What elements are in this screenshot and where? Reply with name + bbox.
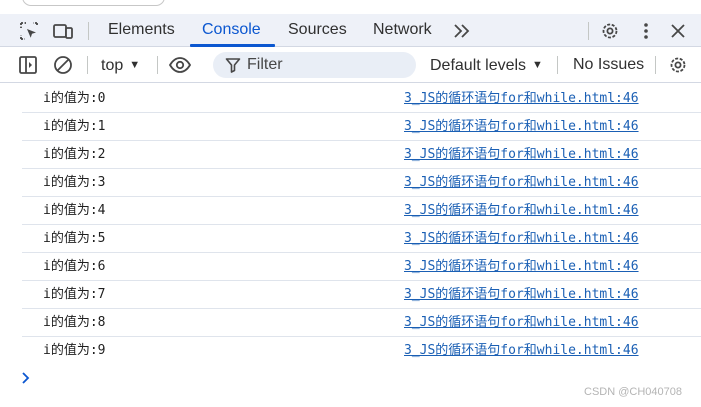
source-link[interactable]: 3_JS的循环语句for和while.html:46 bbox=[404, 141, 639, 169]
close-icon[interactable] bbox=[667, 20, 689, 42]
source-link[interactable]: 3_JS的循环语句for和while.html:46 bbox=[404, 197, 639, 225]
console-message: i的值为:4 3_JS的循环语句for和while.html:46 bbox=[22, 197, 701, 225]
top-pill-fragment bbox=[22, 0, 165, 6]
source-link[interactable]: 3_JS的循环语句for和while.html:46 bbox=[404, 169, 639, 197]
log-levels-value: Default levels bbox=[430, 57, 527, 74]
toolbar-divider bbox=[157, 56, 158, 74]
caret-down-icon: ▼ bbox=[129, 59, 141, 71]
console-message: i的值为:8 3_JS的循环语句for和while.html:46 bbox=[22, 309, 701, 337]
message-text: i的值为:8 bbox=[43, 315, 106, 330]
more-tabs-icon[interactable] bbox=[451, 20, 473, 42]
tab-elements[interactable]: Elements bbox=[108, 14, 175, 47]
inspect-element-icon[interactable] bbox=[18, 20, 40, 42]
filter-box bbox=[213, 52, 416, 78]
source-link[interactable]: 3_JS的循环语句for和while.html:46 bbox=[404, 225, 639, 253]
message-text: i的值为:5 bbox=[43, 231, 106, 246]
filter-input[interactable] bbox=[247, 52, 407, 78]
filter-funnel-icon bbox=[225, 58, 241, 73]
watermark: CSDN @CH040708 bbox=[584, 386, 682, 398]
console-message: i的值为:5 3_JS的循环语句for和while.html:46 bbox=[22, 225, 701, 253]
console-toolbar: top ▼ Default levels ▼ No Issues bbox=[0, 47, 701, 83]
message-text: i的值为:3 bbox=[43, 175, 106, 190]
issues-counter[interactable]: No Issues bbox=[573, 47, 644, 83]
message-text: i的值为:4 bbox=[43, 203, 106, 218]
toolbar-divider bbox=[557, 56, 558, 74]
prompt-chevron-icon bbox=[22, 372, 30, 384]
source-link[interactable]: 3_JS的循环语句for和while.html:46 bbox=[404, 309, 639, 337]
tabbar-divider bbox=[88, 22, 89, 40]
settings-gear-icon[interactable] bbox=[599, 20, 621, 42]
console-message: i的值为:9 3_JS的循环语句for和while.html:46 bbox=[22, 337, 701, 365]
console-message: i的值为:6 3_JS的循环语句for和while.html:46 bbox=[22, 253, 701, 281]
source-link[interactable]: 3_JS的循环语句for和while.html:46 bbox=[404, 253, 639, 281]
message-text: i的值为:9 bbox=[43, 343, 106, 358]
message-text: i的值为:2 bbox=[43, 147, 106, 162]
tab-sources[interactable]: Sources bbox=[288, 14, 347, 47]
message-text: i的值为:6 bbox=[43, 259, 106, 274]
source-link[interactable]: 3_JS的循环语句for和while.html:46 bbox=[404, 85, 639, 113]
sidebar-toggle-icon[interactable] bbox=[17, 54, 39, 76]
toolbar-divider bbox=[87, 56, 88, 74]
kebab-menu-icon[interactable] bbox=[635, 20, 657, 42]
console-message: i的值为:1 3_JS的循环语句for和while.html:46 bbox=[22, 113, 701, 141]
eye-icon[interactable] bbox=[168, 54, 192, 76]
source-link[interactable]: 3_JS的循环语句for和while.html:46 bbox=[404, 113, 639, 141]
context-selector-value: top bbox=[101, 57, 124, 74]
message-text: i的值为:0 bbox=[43, 91, 106, 106]
clear-console-icon[interactable] bbox=[52, 54, 74, 76]
log-levels-dropdown[interactable]: Default levels ▼ bbox=[430, 47, 543, 83]
console-message: i的值为:0 3_JS的循环语句for和while.html:46 bbox=[22, 85, 701, 113]
devtools-tabbar: Elements Console Sources Network bbox=[0, 14, 701, 47]
console-message: i的值为:2 3_JS的循环语句for和while.html:46 bbox=[22, 141, 701, 169]
console-message: i的值为:7 3_JS的循环语句for和while.html:46 bbox=[22, 281, 701, 309]
context-selector[interactable]: top ▼ bbox=[101, 47, 140, 83]
tabbar-divider-right bbox=[588, 22, 589, 40]
console-output: i的值为:0 3_JS的循环语句for和while.html:46 i的值为:1… bbox=[0, 85, 701, 365]
message-text: i的值为:7 bbox=[43, 287, 106, 302]
message-text: i的值为:1 bbox=[43, 119, 106, 134]
caret-down-icon: ▼ bbox=[532, 59, 543, 71]
tab-network[interactable]: Network bbox=[373, 14, 432, 47]
source-link[interactable]: 3_JS的循环语句for和while.html:46 bbox=[404, 281, 639, 309]
device-toolbar-icon[interactable] bbox=[52, 20, 74, 42]
source-link[interactable]: 3_JS的循环语句for和while.html:46 bbox=[404, 337, 639, 365]
console-settings-icon[interactable] bbox=[667, 54, 689, 76]
tab-console[interactable]: Console bbox=[202, 14, 261, 47]
toolbar-divider bbox=[655, 56, 656, 74]
console-message: i的值为:3 3_JS的循环语句for和while.html:46 bbox=[22, 169, 701, 197]
